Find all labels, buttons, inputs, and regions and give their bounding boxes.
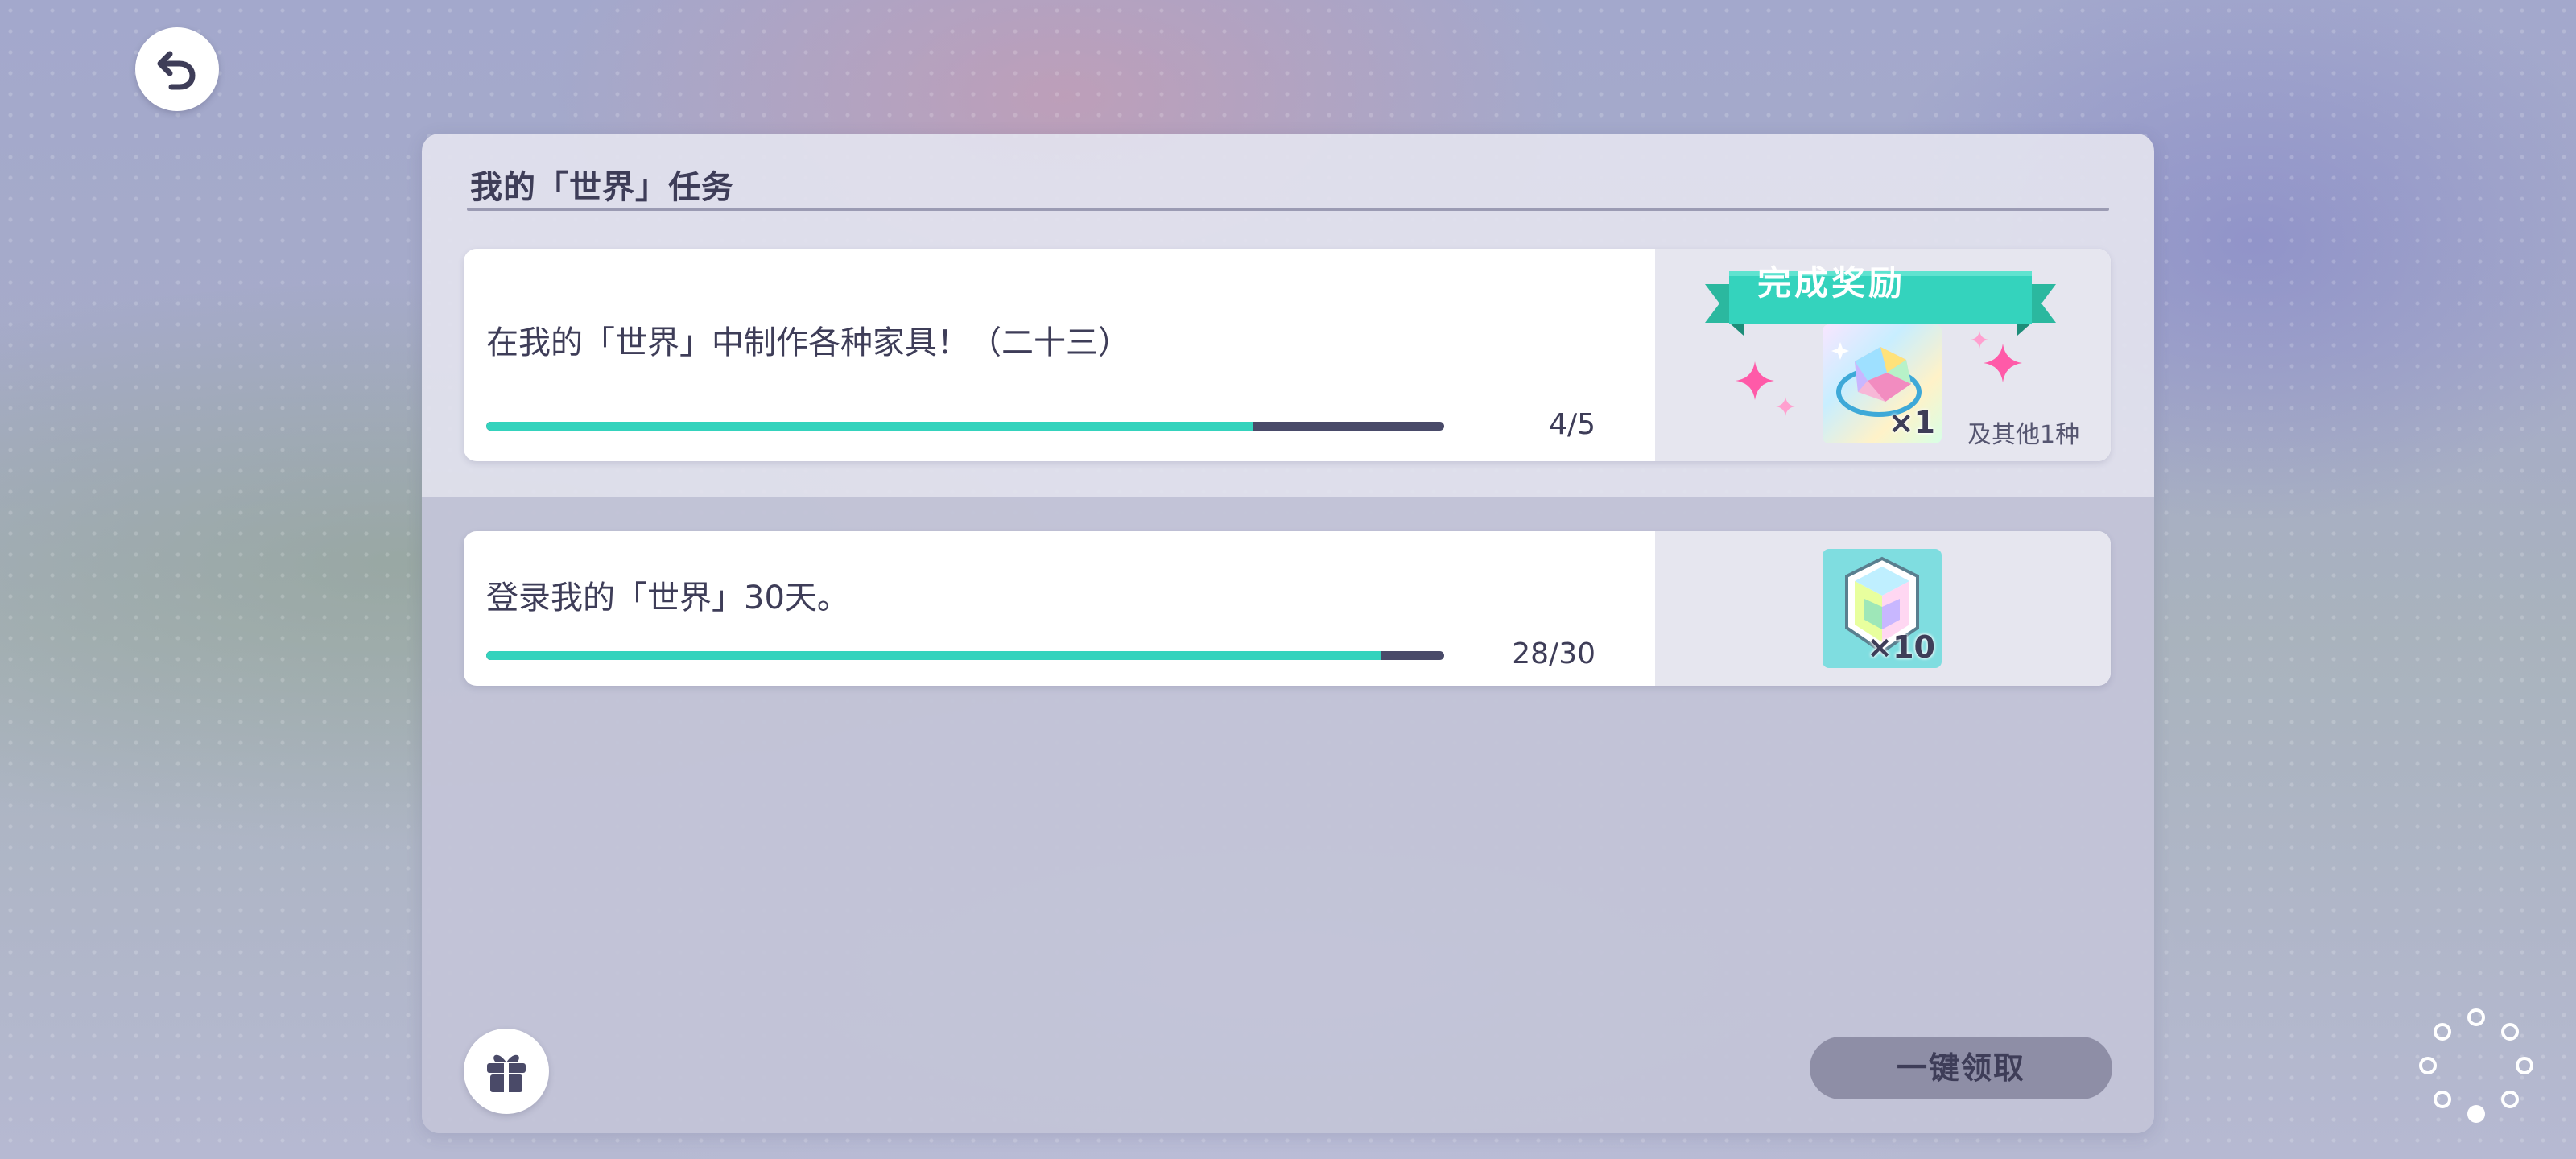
progress-count: 4/5: [1549, 408, 1596, 441]
reward-badge-label: 完成奖励: [1757, 263, 1905, 303]
reward-quantity: ×10: [1867, 629, 1935, 665]
progress-fill: [486, 651, 1381, 660]
progress-count: 28/30: [1512, 637, 1596, 670]
reward-area[interactable]: 完成奖励 ×1 及其他1种: [1655, 249, 2111, 461]
loading-spinner-icon: [2419, 1008, 2533, 1123]
panel-title: 我的「世界」任务: [470, 169, 734, 206]
task-card-furniture[interactable]: 在我的「世界」中制作各种家具！（二十三） 4/5 完成奖励 ×1 及其他1种: [464, 249, 2111, 461]
back-arrow-icon: [157, 51, 196, 90]
progress-bar: [486, 422, 1444, 431]
task-card-login[interactable]: 登录我的「世界」30天。 28/30 ×10: [464, 531, 2111, 686]
gift-button[interactable]: [464, 1029, 549, 1114]
sparkle-icon: [1984, 344, 2022, 382]
progress-fill: [486, 422, 1253, 431]
sparkle-icon: [1971, 331, 1988, 349]
task-panel: 我的「世界」任务 在我的「世界」中制作各种家具！（二十三） 4/5 完成奖励 ×…: [422, 134, 2154, 1133]
sparkle-icon: [1776, 397, 1795, 416]
gift-icon: [487, 1054, 526, 1092]
title-divider: [467, 208, 2109, 211]
claim-all-button[interactable]: 一键领取: [1810, 1037, 2112, 1099]
reward-quantity: ×1: [1888, 405, 1935, 440]
task-description: 登录我的「世界」30天。: [486, 580, 849, 617]
back-button[interactable]: [135, 27, 219, 111]
task-description: 在我的「世界」中制作各种家具！（二十三）: [486, 324, 1130, 361]
sparkle-icon: [1736, 361, 1774, 400]
other-rewards-label: 及其他1种: [1967, 421, 2080, 449]
reward-area[interactable]: ×10: [1655, 531, 2111, 686]
progress-bar: [486, 651, 1444, 660]
reward-item-slot[interactable]: ×10: [1823, 549, 1942, 668]
reward-item-slot[interactable]: ×1: [1823, 324, 1942, 443]
